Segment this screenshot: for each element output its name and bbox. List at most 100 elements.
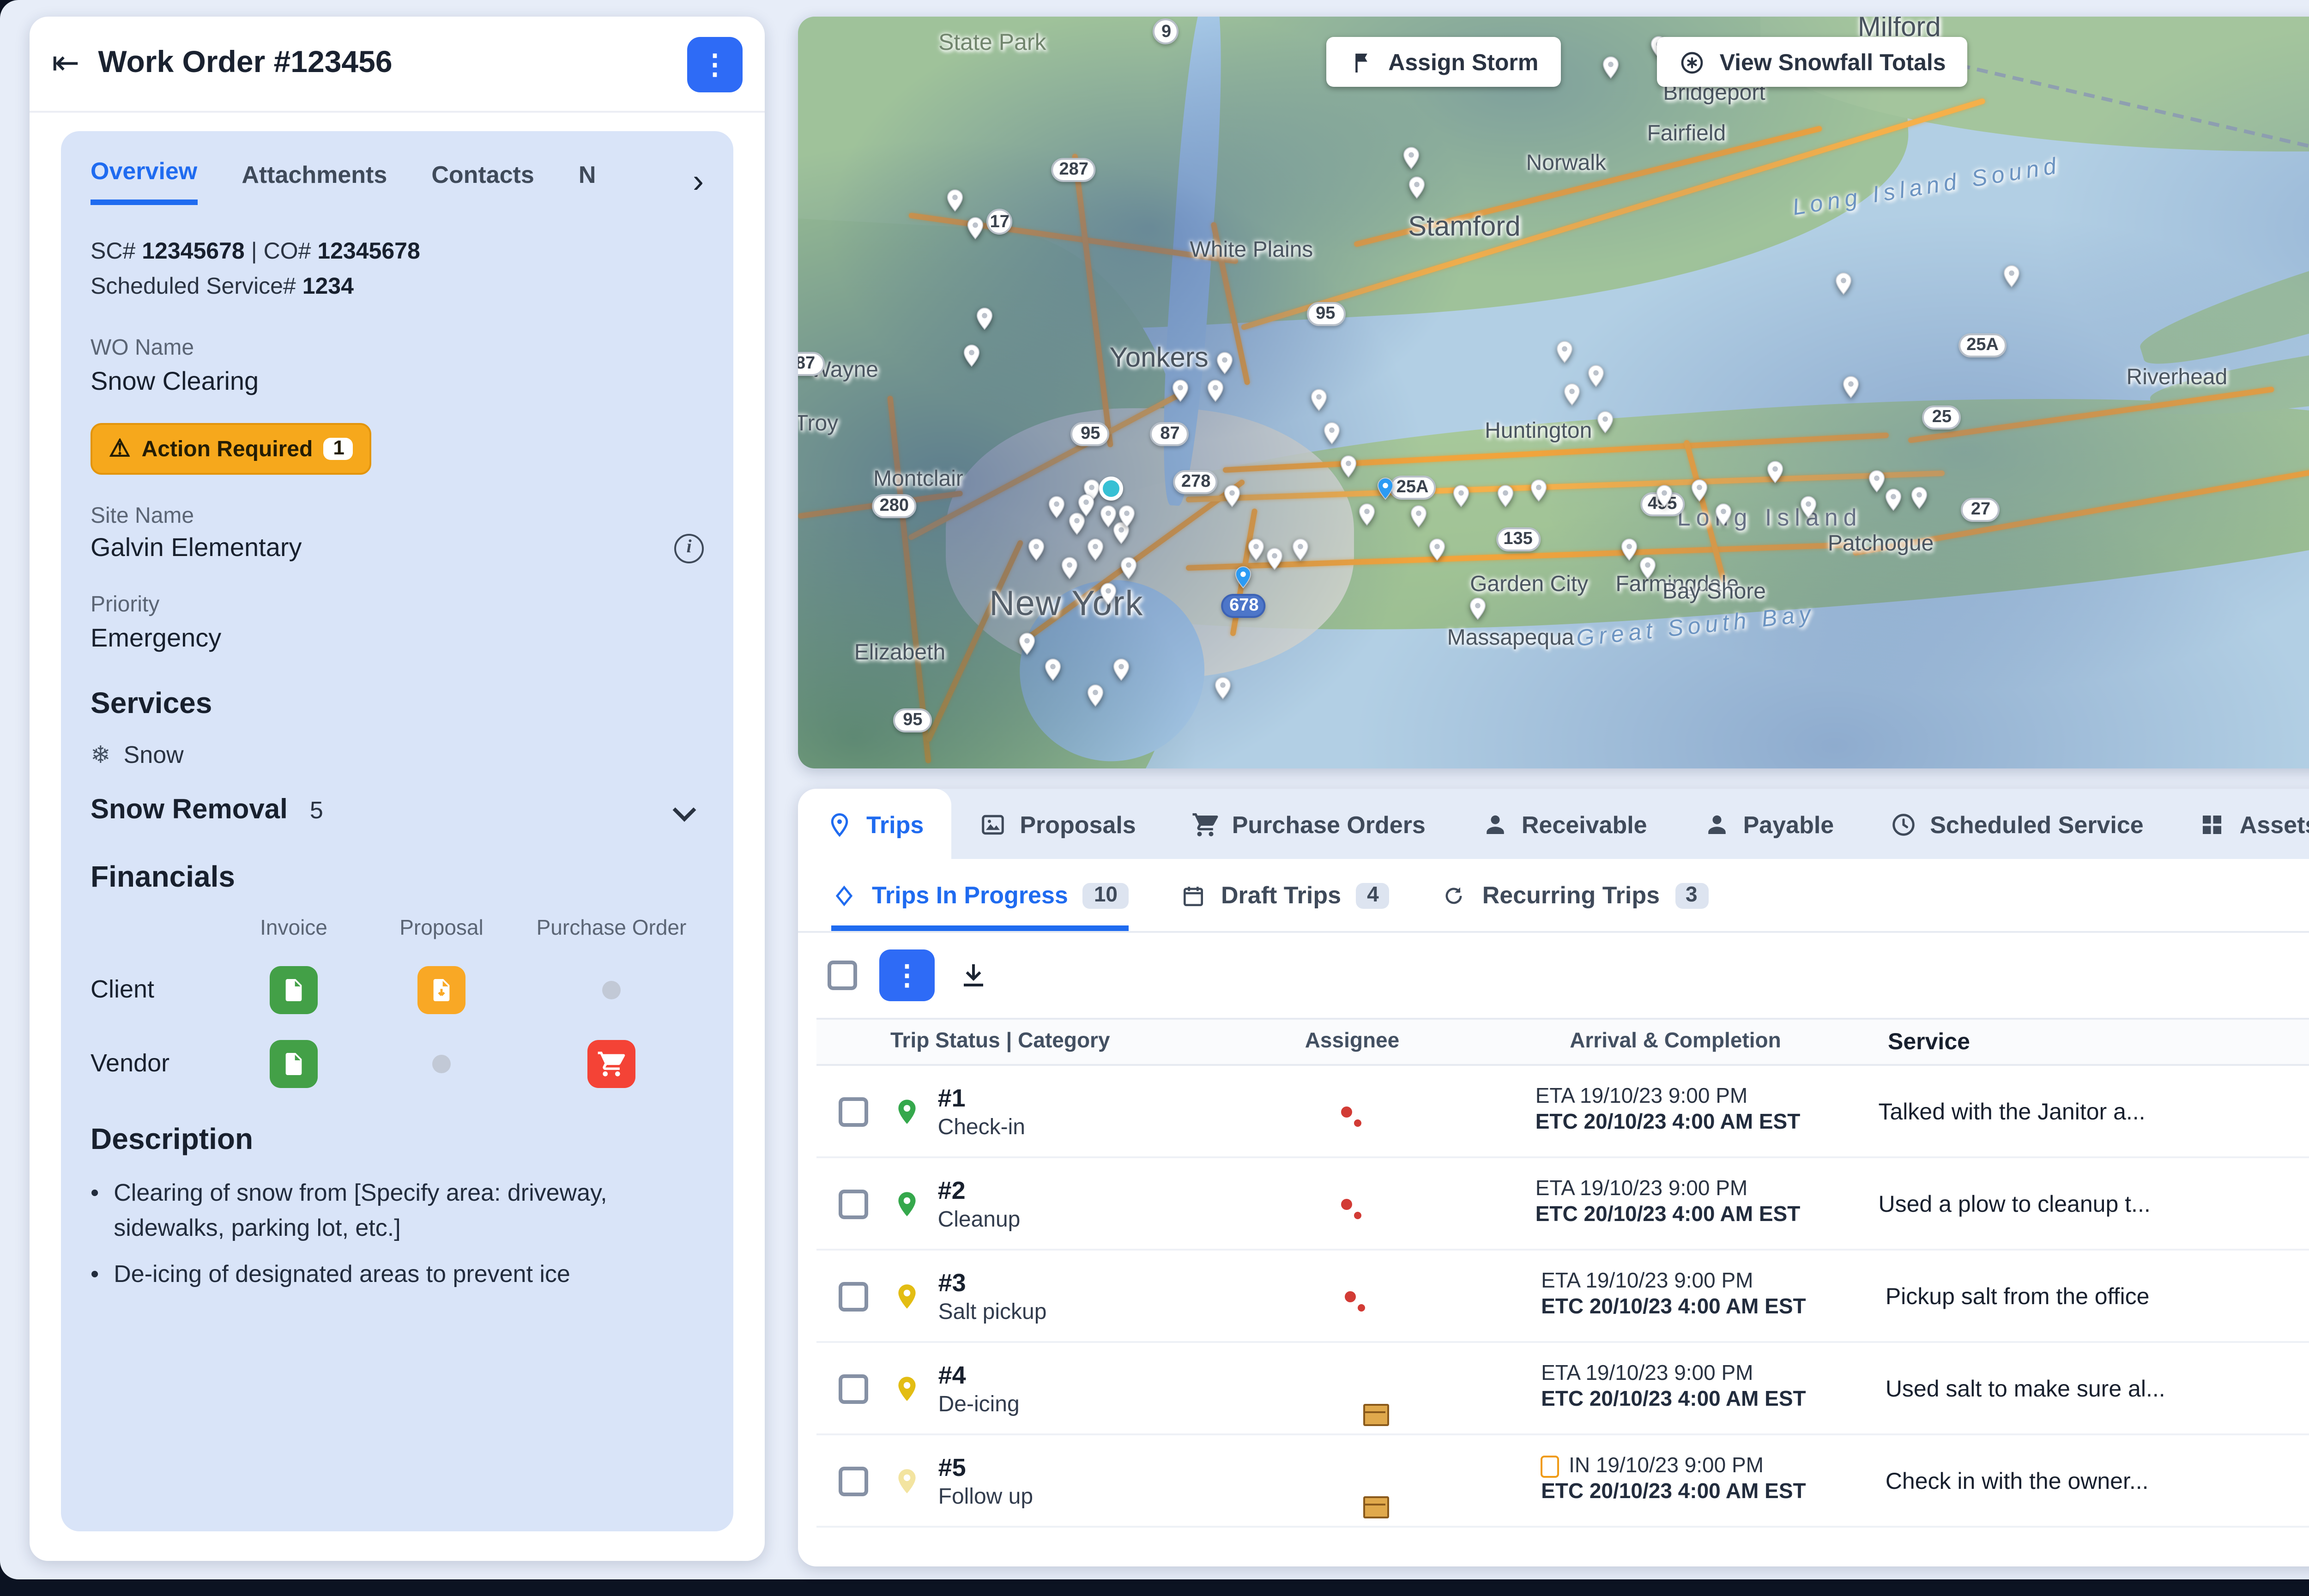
map-marker-pin[interactable] [1464, 591, 1490, 626]
trip-category: Check-in [937, 1113, 1025, 1139]
service-group-row[interactable]: Snow Removal 5 [91, 794, 704, 825]
chevron-down-icon[interactable] [672, 798, 696, 822]
tabs-overflow-chevron-icon[interactable] [693, 162, 704, 200]
map-marker-pin[interactable] [1305, 381, 1331, 417]
map-marker-pin[interactable] [1592, 404, 1618, 439]
map-marker-pin[interactable] [1213, 345, 1239, 381]
map-marker-pin[interactable] [1220, 479, 1246, 514]
map-marker-pin[interactable] [1838, 369, 1864, 405]
map-marker-pin[interactable] [1211, 670, 1237, 705]
assign-storm-button[interactable]: Assign Storm [1325, 37, 1561, 87]
export-button[interactable] [957, 959, 990, 992]
map-marker-pin[interactable] [1999, 258, 2025, 293]
map-marker-pin[interactable] [1015, 627, 1040, 662]
subtab-recurring-trips[interactable]: Recurring Trips 3 [1442, 859, 1709, 931]
table-row: #1 Check-in ETA 19/10/23 9:00 PM ETC 20/… [816, 1066, 2309, 1158]
map-marker-pin[interactable] [1405, 498, 1431, 533]
map-marker-pin[interactable] [943, 184, 968, 219]
map-marker-pin[interactable] [972, 301, 998, 336]
bulk-actions-menu-button[interactable] [879, 949, 935, 1001]
map-marker-pin[interactable] [1635, 550, 1661, 585]
map-marker-pin[interactable] [1335, 448, 1360, 484]
map-marker-pin[interactable] [1168, 373, 1194, 408]
map-place-label: Fairfield [1647, 120, 1726, 146]
tab-contacts[interactable]: Contacts [431, 160, 534, 202]
map-marker-pin[interactable] [1096, 575, 1122, 611]
page-title: Work Order #123456 [98, 46, 393, 79]
work-order-menu-button[interactable] [687, 36, 743, 91]
map-marker-pin[interactable] [1795, 490, 1821, 525]
map-marker-pin[interactable] [1831, 266, 1857, 302]
map-marker-pin[interactable] [1398, 141, 1424, 176]
map-marker-pin[interactable] [1318, 416, 1344, 451]
view-snowfall-totals-button[interactable]: View Snowfall Totals [1656, 37, 1968, 87]
map-marker-pin[interactable] [1448, 479, 1474, 514]
map-marker-pin[interactable] [1083, 532, 1109, 568]
trip-number[interactable]: #5 [938, 1453, 1033, 1481]
map-marker-pin[interactable] [1551, 335, 1577, 370]
map-marker-pin[interactable] [1109, 653, 1135, 688]
map-marker-pin[interactable] [1083, 678, 1109, 713]
map-marker-pin[interactable] [1711, 496, 1736, 532]
action-required-badge[interactable]: Action Required 1 [91, 423, 372, 474]
tab-receivable[interactable]: Receivable [1453, 789, 1675, 859]
site-name-label: Site Name [91, 502, 194, 528]
row-checkbox[interactable] [838, 1281, 868, 1311]
tab-trips[interactable]: Trips [798, 789, 952, 859]
map-marker-pin[interactable] [1651, 479, 1677, 514]
map-marker-pin[interactable] [1424, 531, 1450, 566]
map-place-label: State Park [938, 30, 1046, 56]
select-all-checkbox[interactable] [828, 961, 857, 990]
tab-assets[interactable]: Assets [2171, 789, 2309, 859]
vendor-invoice-button[interactable] [270, 1040, 318, 1088]
subtab-draft-trips[interactable]: Draft Trips 4 [1180, 859, 1390, 931]
client-invoice-button[interactable] [270, 966, 318, 1014]
tab-proposals[interactable]: Proposals [951, 789, 1163, 859]
action-required-count: 1 [324, 437, 354, 459]
trip-number[interactable]: #2 [938, 1176, 1021, 1203]
map-marker-pin[interactable] [1525, 472, 1551, 508]
trip-number[interactable]: #4 [938, 1360, 1020, 1388]
map-marker-pin[interactable] [1372, 471, 1398, 506]
map-marker-pin[interactable] [1231, 560, 1257, 595]
row-checkbox[interactable] [838, 1466, 868, 1495]
tab-attachments[interactable]: Attachments [242, 160, 387, 202]
wo-name-label: WO Name [91, 334, 194, 360]
row-checkbox[interactable] [838, 1189, 868, 1218]
back-icon[interactable] [52, 44, 79, 83]
table-row: #5 Follow up IN 19/10/23 9:00 PM ETC 20/… [816, 1435, 2309, 1528]
map-marker-pin[interactable] [1907, 481, 1933, 516]
row-checkbox[interactable] [838, 1373, 868, 1403]
map-marker-pin[interactable] [959, 339, 985, 374]
trip-number[interactable]: #3 [938, 1268, 1047, 1296]
eta-text: ETA 19/10/23 9:00 PM [1535, 1085, 1748, 1107]
map-marker-pin[interactable] [1114, 498, 1140, 533]
col-invoice: Invoice [260, 918, 327, 940]
row-checkbox[interactable] [838, 1096, 868, 1126]
subtab-in-progress[interactable]: Trips In Progress 10 [831, 859, 1129, 931]
map-marker-pin[interactable] [1881, 483, 1907, 518]
tab-purchase-orders[interactable]: Purchase Orders [1164, 789, 1453, 859]
map-marker-pin[interactable] [1287, 532, 1312, 568]
map-marker-pin[interactable] [1261, 541, 1287, 576]
map-marker-pin[interactable] [1559, 376, 1584, 411]
tab-overview[interactable]: Overview [91, 157, 198, 205]
person-icon [1707, 814, 1725, 833]
map-marker-pin[interactable] [1762, 455, 1788, 490]
tab-scheduled-service[interactable]: Scheduled Service [1862, 789, 2171, 859]
info-icon[interactable] [674, 533, 704, 563]
map-marker-pin[interactable] [1492, 479, 1518, 514]
map-marker-pin[interactable] [1583, 359, 1608, 394]
map-marker-pin[interactable] [1096, 464, 1124, 502]
vendor-po-cart-button[interactable] [587, 1040, 635, 1088]
tab-notes[interactable]: N [579, 160, 596, 202]
client-proposal-button[interactable] [417, 966, 465, 1014]
map-marker-pin[interactable] [1598, 50, 1624, 85]
map-marker-pin[interactable] [1686, 472, 1712, 508]
tab-payable[interactable]: Payable [1675, 789, 1862, 859]
map-marker-pin[interactable] [1024, 532, 1050, 568]
trip-number[interactable]: #1 [938, 1083, 1025, 1111]
map[interactable]: State Park Milford Bridgeport Fairfield Norw… [798, 17, 2309, 768]
map-marker-pin[interactable] [1057, 550, 1083, 585]
map-marker-pin[interactable] [1040, 653, 1066, 688]
